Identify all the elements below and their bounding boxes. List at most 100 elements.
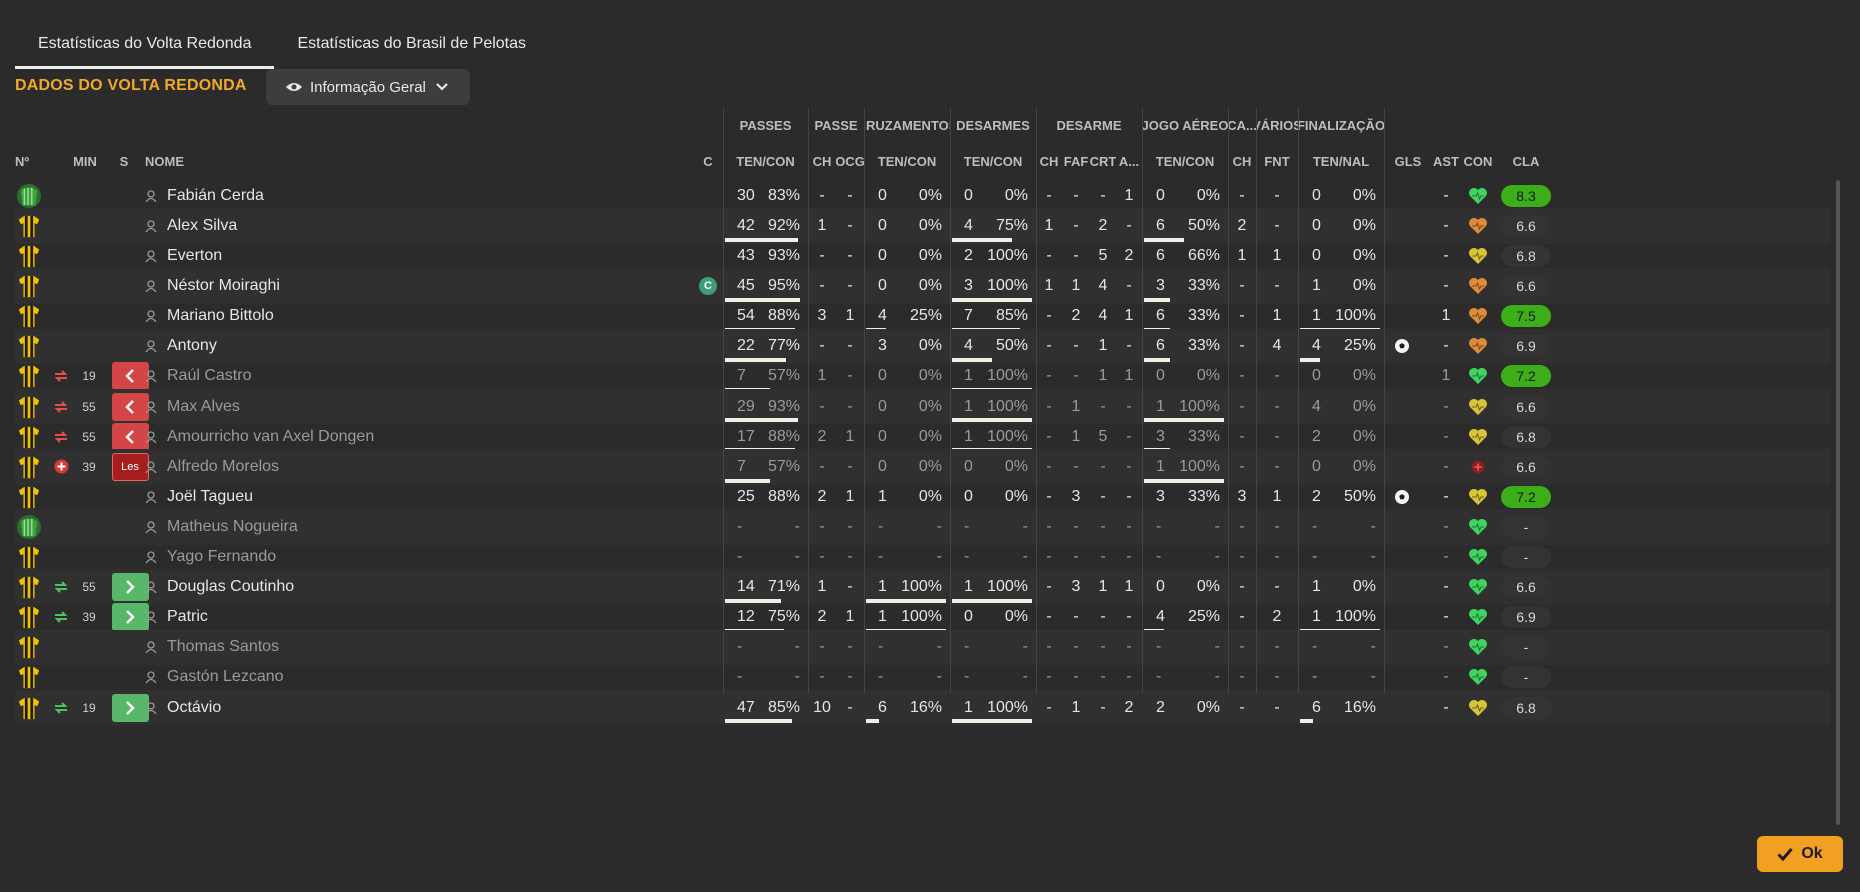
column-header-16[interactable]: FNT: [1256, 148, 1298, 174]
person-icon: [145, 521, 157, 533]
minutes-played: 19: [82, 700, 96, 715]
column-header-18[interactable]: GLS: [1384, 148, 1432, 174]
passes-percent: 57%: [767, 457, 800, 475]
tackles-attempts: 1: [964, 397, 973, 415]
group-header-4: DESARME: [1056, 117, 1122, 133]
tackles-percent: -: [1022, 548, 1028, 566]
tackles-attempts: 1: [964, 698, 973, 716]
rating-badge: -: [1501, 546, 1551, 569]
column-header-0[interactable]: Nº: [15, 148, 35, 174]
aerial-attempts: 0: [1156, 186, 1165, 204]
shots-attempts: 4: [1312, 397, 1321, 415]
column-header-11[interactable]: FAF: [1062, 148, 1090, 174]
tackles-attempts: -: [964, 517, 970, 535]
table-row[interactable]: 19 Octávio 47 85% 10-6 16% 1 100% -1-2 2 0% - -6 16% -…: [15, 689, 1830, 726]
passes-percent: 92%: [767, 216, 800, 234]
column-header-10[interactable]: CH: [1036, 148, 1062, 174]
column-header-20[interactable]: CON: [1460, 148, 1496, 174]
tackles-attempts: 4: [964, 216, 973, 234]
substitution-button[interactable]: [110, 690, 150, 726]
aerial-cell: 2 0%: [1142, 690, 1228, 726]
column-header-19[interactable]: AST: [1432, 148, 1460, 174]
passe-ocg: -: [847, 698, 853, 716]
column-header-3[interactable]: NOME: [145, 148, 265, 174]
crosses-attempts: 0: [878, 367, 887, 385]
crosses-attempts: -: [878, 638, 884, 656]
passes-attempts: 30: [737, 186, 755, 204]
aerial-attempts: 6: [1156, 216, 1165, 234]
person-icon: [145, 400, 157, 413]
desarme-stat-2: -: [1100, 698, 1106, 716]
passes-percent: 93%: [767, 247, 800, 265]
person-icon: [145, 250, 157, 263]
column-header-6[interactable]: CH: [808, 148, 836, 174]
rating-badge: -: [1501, 666, 1551, 689]
crosses-percent: 0%: [918, 186, 942, 204]
shots-attempts: 1: [1312, 578, 1321, 596]
chevron-down-icon: [436, 83, 448, 91]
view-dropdown[interactable]: Informação Geral: [266, 69, 470, 105]
column-divider: [864, 108, 865, 693]
ok-button[interactable]: Ok: [1757, 836, 1843, 872]
shots-attempts: 4: [1312, 337, 1321, 355]
crosses-attempts: -: [878, 517, 884, 535]
player-name: Thomas Santos: [167, 638, 280, 656]
column-header-21[interactable]: CLA: [1496, 148, 1556, 174]
column-header-4[interactable]: C: [698, 148, 718, 174]
player-name: Alex Silva: [167, 216, 238, 234]
column-header-2[interactable]: S: [115, 148, 133, 174]
column-header-5[interactable]: TEN/CON: [723, 148, 808, 174]
column-header-17[interactable]: TEN/NAL: [1298, 148, 1384, 174]
rating-badge: 6.6: [1501, 214, 1551, 237]
aerial-percent: 33%: [1187, 337, 1220, 355]
shots-attempts: 0: [1312, 216, 1321, 234]
passes-percent: 95%: [767, 277, 800, 295]
table-scrollbar[interactable]: [1836, 180, 1840, 825]
crosses-percent: -: [936, 517, 942, 535]
aerial-attempts: 6: [1156, 337, 1165, 355]
crosses-percent: -: [936, 668, 942, 686]
column-header-8[interactable]: TEN/CON: [864, 148, 950, 174]
shots-attempts: -: [1312, 548, 1318, 566]
crosses-attempts: 0: [878, 216, 887, 234]
rating-badge: 7.2: [1501, 485, 1551, 508]
tackles-percent: 100%: [987, 277, 1028, 295]
passes-attempts: 22: [737, 337, 755, 355]
tab-brasil-de-pelotas[interactable]: Estatísticas do Brasil de Pelotas: [274, 22, 549, 66]
player-name-cell[interactable]: Octávio: [145, 690, 665, 726]
ok-label: Ok: [1801, 845, 1823, 862]
aerial-attempts: 6: [1156, 247, 1165, 265]
tackles-percent: -: [1022, 638, 1028, 656]
column-header-15[interactable]: CH: [1228, 148, 1256, 174]
column-header-13[interactable]: A...: [1116, 148, 1142, 174]
tab-volta-redonda[interactable]: Estatísticas do Volta Redonda: [15, 22, 275, 69]
eye-icon: [286, 83, 302, 91]
aerial-percent: 33%: [1187, 277, 1220, 295]
crosses-attempts: 6: [878, 698, 887, 716]
player-name: Alfredo Morelos: [167, 457, 280, 475]
shots-percent: -: [1370, 638, 1376, 656]
passes-attempts: 7: [737, 367, 746, 385]
person-icon: [145, 641, 157, 654]
passes-percent: 88%: [767, 427, 800, 445]
subbed-off-icon: [111, 422, 149, 451]
tackles-cell: 1 100%: [950, 690, 1036, 726]
column-header-14[interactable]: TEN/CON: [1142, 148, 1228, 174]
passes-percent: 75%: [767, 608, 800, 626]
rating-badge: 7.2: [1501, 365, 1551, 388]
aerial-attempts: -: [1156, 517, 1162, 535]
passes-attempts: 12: [737, 608, 755, 626]
column-header-1[interactable]: MIN: [65, 148, 105, 174]
shots-percent: 0%: [1352, 578, 1376, 596]
column-header-12[interactable]: CRT: [1090, 148, 1116, 174]
column-header-9[interactable]: TEN/CON: [950, 148, 1036, 174]
column-divider: [1036, 108, 1037, 693]
tackles-attempts: 0: [964, 186, 973, 204]
tackles-percent: 85%: [995, 307, 1028, 325]
tackles-percent: 100%: [987, 397, 1028, 415]
rating-badge: 8.3: [1501, 184, 1551, 207]
section-title: DADOS DO VOLTA REDONDA: [15, 77, 247, 94]
group-header-3: DESARMES: [956, 117, 1030, 133]
shots-attempts: -: [1312, 668, 1318, 686]
column-header-7[interactable]: OCG: [836, 148, 864, 174]
